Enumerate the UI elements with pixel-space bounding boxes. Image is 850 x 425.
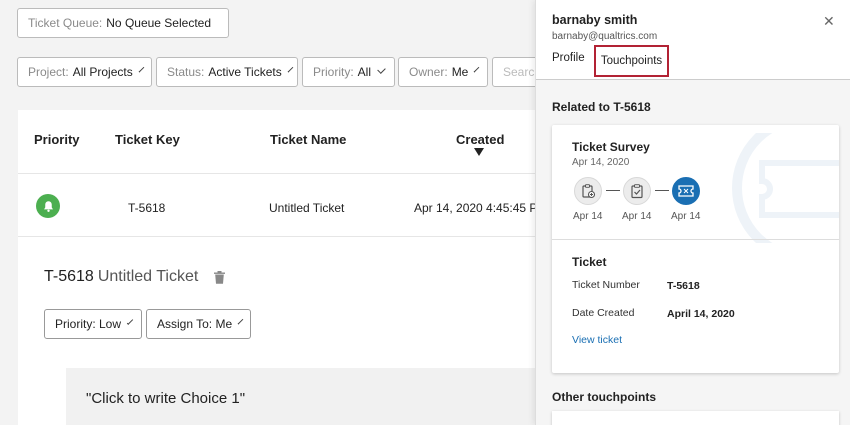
related-title: Related to T-5618 xyxy=(552,100,651,114)
priority-button-label: Priority: Low xyxy=(55,317,122,331)
assign-button-label: Assign To: Me xyxy=(157,317,233,331)
ticket-created-cell: Apr 14, 2020 4:45:45 P xyxy=(414,201,538,215)
priority-button[interactable]: Priority: Low xyxy=(44,309,142,339)
priority-filter-dropdown[interactable]: Priority: All xyxy=(302,57,395,87)
view-ticket-link[interactable]: View ticket xyxy=(572,334,622,346)
project-filter-label: Project: xyxy=(28,65,69,79)
clipboard-add-icon[interactable] xyxy=(574,177,602,205)
clipboard-check-icon[interactable] xyxy=(623,177,651,205)
touchpoint-connector xyxy=(655,190,669,191)
user-email: barnaby@qualtrics.com xyxy=(552,31,658,42)
project-filter-dropdown[interactable]: Project: All Projects xyxy=(17,57,152,87)
sort-descending-icon[interactable] xyxy=(474,148,484,156)
touchpoints-panel: barnaby smith barnaby@qualtrics.com ✕ Pr… xyxy=(535,0,850,425)
touchpoint-date: Apr 14 xyxy=(671,211,701,222)
chevron-down-icon xyxy=(126,318,134,325)
chevron-down-icon xyxy=(138,66,145,72)
card-divider xyxy=(552,239,839,240)
trash-icon[interactable] xyxy=(214,271,225,289)
other-touchpoints-title: Other touchpoints xyxy=(552,390,656,404)
ticket-section-title: Ticket xyxy=(572,255,607,269)
ticket-name-cell: Untitled Ticket xyxy=(269,201,345,215)
ticket-icon[interactable] xyxy=(672,177,700,205)
tab-profile[interactable]: Profile xyxy=(552,52,585,64)
project-filter-value: All Projects xyxy=(72,65,133,79)
assign-button[interactable]: Assign To: Me xyxy=(146,309,251,339)
ticket-queue-value: No Queue Selected xyxy=(106,16,212,30)
other-touchpoint-card xyxy=(552,411,839,425)
owner-filter-dropdown[interactable]: Owner: Me xyxy=(398,57,488,87)
touchpoint-date: Apr 14 xyxy=(573,211,603,222)
tab-touchpoints[interactable]: Touchpoints xyxy=(594,45,669,77)
bell-icon xyxy=(36,194,60,218)
survey-title: Ticket Survey xyxy=(572,140,650,154)
close-icon[interactable]: ✕ xyxy=(823,14,835,28)
user-name: barnaby smith xyxy=(552,13,638,27)
related-ticket-card: Ticket Survey Apr 14, 2020 Apr 14 Apr 14… xyxy=(552,125,839,373)
owner-filter-label: Owner: xyxy=(409,65,448,79)
ticket-detail: T-5618 Untitled Ticket Priority: Low Assi… xyxy=(18,238,546,425)
ticket-detail-name[interactable]: Untitled Ticket xyxy=(98,268,198,285)
header-priority[interactable]: Priority xyxy=(34,132,80,147)
priority-filter-value: All xyxy=(357,65,372,79)
panel-header: barnaby smith barnaby@qualtrics.com ✕ Pr… xyxy=(536,0,850,80)
priority-filter-label: Priority: xyxy=(313,65,354,79)
status-filter-value: Active Tickets xyxy=(208,65,282,79)
ticket-detail-title: T-5618 Untitled Ticket xyxy=(44,268,198,286)
touchpoint-connector xyxy=(606,190,620,191)
ticket-key-cell: T-5618 xyxy=(128,201,166,215)
owner-filter-value: Me xyxy=(451,65,469,79)
table-header: Priority Ticket Key Ticket Name Created xyxy=(18,110,538,174)
header-ticket-key[interactable]: Ticket Key xyxy=(115,132,180,147)
ticket-number-value: T-5618 xyxy=(667,280,700,292)
chevron-down-icon xyxy=(237,318,244,324)
survey-date: Apr 14, 2020 xyxy=(572,157,630,168)
chevron-down-icon xyxy=(287,66,294,72)
chevron-down-icon xyxy=(474,66,480,72)
header-created[interactable]: Created xyxy=(456,132,504,147)
header-ticket-name[interactable]: Ticket Name xyxy=(270,132,346,147)
table-row[interactable]: T-5618 Untitled Ticket Apr 14, 2020 4:45… xyxy=(18,175,538,237)
tickets-table: Priority Ticket Key Ticket Name Created … xyxy=(18,110,546,425)
choice-box[interactable]: "Click to write Choice 1" xyxy=(66,368,546,425)
ticket-queue-label: Ticket Queue: xyxy=(28,16,103,30)
ticket-watermark-icon xyxy=(732,133,839,243)
ticket-detail-key: T-5618 xyxy=(44,268,94,285)
date-created-value: April 14, 2020 xyxy=(667,308,735,320)
touchpoint-date: Apr 14 xyxy=(622,211,652,222)
choice-text[interactable]: "Click to write Choice 1" xyxy=(86,390,245,407)
ticket-number-label: Ticket Number xyxy=(572,279,640,291)
status-filter-label: Status: xyxy=(167,65,205,79)
date-created-label: Date Created xyxy=(572,307,635,319)
ticket-queue-dropdown[interactable]: Ticket Queue: No Queue Selected xyxy=(17,8,229,38)
chevron-down-icon xyxy=(377,64,386,74)
status-filter-dropdown[interactable]: Status: Active Tickets xyxy=(156,57,298,87)
ticket-main-area: Ticket Queue: No Queue Selected Project:… xyxy=(0,0,552,425)
